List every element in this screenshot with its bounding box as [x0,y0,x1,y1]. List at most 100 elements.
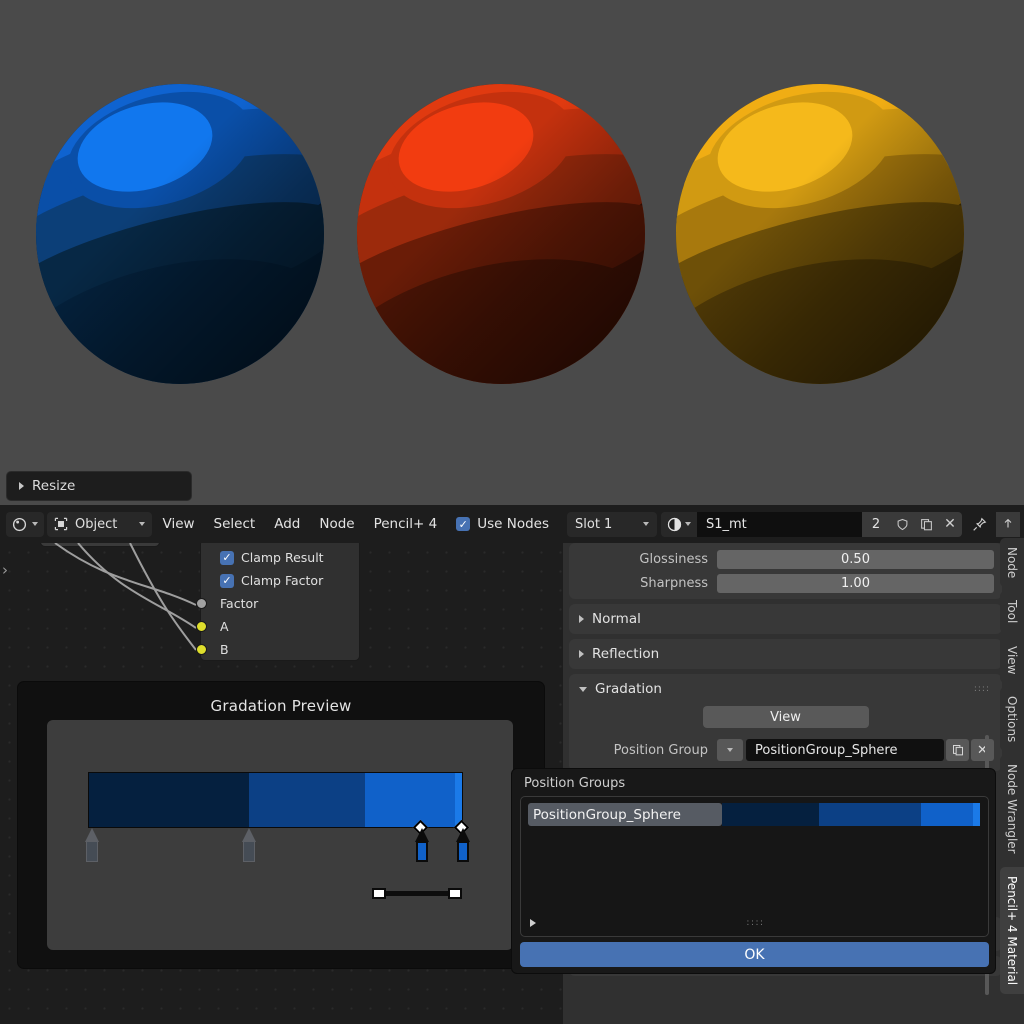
position-group-name[interactable]: PositionGroup_Sphere [528,803,722,826]
tab-node[interactable]: Node [1000,538,1024,587]
menu-add-label: Add [274,516,300,532]
menu-node[interactable]: Node [311,512,362,537]
pin-icon[interactable] [966,512,992,537]
shield-icon[interactable] [890,512,914,537]
ramp-segment[interactable] [249,773,365,827]
tab-view[interactable]: View [1000,637,1024,683]
clamp-result-checkbox[interactable]: ✓ [220,551,234,565]
range-slider-knob-left[interactable] [372,888,386,899]
sphere-yellow[interactable] [676,84,964,384]
mix-node[interactable]: ✓ Clamp Result ✓ Clamp Factor Factor A B [200,543,360,661]
object-icon [54,517,68,531]
editor-type-button[interactable] [6,512,44,537]
reflection-panel[interactable]: Reflection [569,639,1002,669]
close-icon[interactable]: ✕ [938,512,962,537]
tab-node-wrangler[interactable]: Node Wrangler [1000,755,1024,863]
range-slider[interactable] [372,888,462,899]
range-slider-knob-right[interactable] [448,888,462,899]
socket-a-icon[interactable] [196,621,207,632]
sharpness-slider[interactable]: 1.00 [717,574,994,593]
node-input-factor[interactable]: Factor [201,592,359,615]
node-input-b-label: B [220,642,229,657]
tab-options[interactable]: Options [1000,687,1024,751]
viewport-3d[interactable] [0,0,1024,505]
node-option-clamp-factor[interactable]: ✓ Clamp Factor [201,569,359,592]
sphere-blue[interactable] [36,84,324,384]
material-sphere-icon [667,517,682,532]
material-browse-button[interactable] [661,512,697,537]
sharpness-row[interactable]: Sharpness 1.00 [569,571,1002,595]
ramp-stop-handle[interactable] [240,828,258,866]
normal-panel-label: Normal [592,611,641,627]
tab-label: Node Wrangler [1005,764,1019,854]
material-slot-selector[interactable]: Slot 1 [567,512,657,537]
gradation-view-button[interactable]: View [703,706,869,728]
expand-triangle-icon [19,482,24,490]
node-option-clamp-result[interactable]: ✓ Clamp Result [201,546,359,569]
tab-label: Pencil+ 4 Material [1005,876,1019,985]
material-datablock-field[interactable]: S1_mt 2 ✕ [661,512,962,537]
resize-grip-icon[interactable]: :::: [521,918,990,928]
position-groups-list-footer: :::: [521,914,990,932]
glossiness-slider[interactable]: 0.50 [717,550,994,569]
gradation-panel-header[interactable]: Gradation :::: [569,674,1002,704]
position-group-swatch [819,803,921,826]
sphere-red[interactable] [357,84,645,384]
position-group-row[interactable]: Position Group PositionGroup_Sphere ✕ [569,737,1002,763]
node-input-a-label: A [220,619,229,634]
viewport-canvas[interactable] [0,8,1024,505]
position-groups-popup[interactable]: Position Groups PositionGroup_Sphere :::… [511,768,996,974]
position-group-copy-icon[interactable] [946,739,969,761]
properties-tab-strip: Node Tool View Options Node Wrangler Pencil+ … [998,538,1024,1024]
glossiness-row[interactable]: Glossiness 0.50 [569,547,1002,571]
ramp-segment[interactable] [89,773,249,827]
position-group-clear-icon[interactable]: ✕ [971,739,994,761]
position-group-value[interactable]: PositionGroup_Sphere [746,739,944,761]
menu-add[interactable]: Add [266,512,308,537]
operator-panel[interactable]: Resize [6,471,192,501]
node-input-a[interactable]: A [201,615,359,638]
position-group-dropdown-button[interactable] [717,739,743,761]
use-nodes-checkbox[interactable]: ✓ [456,517,470,531]
material-users-count[interactable]: 2 [862,512,890,537]
sharpness-label: Sharpness [577,576,717,591]
shader-type-selector[interactable]: Object [47,512,152,537]
ramp-stop-handle[interactable] [83,828,101,866]
menu-pencil4[interactable]: Pencil+ 4 [366,512,446,537]
color-ramp[interactable] [88,772,463,828]
ramp-segment[interactable] [365,773,455,827]
chevron-down-icon [727,748,733,752]
gradation-preview-panel[interactable]: Gradation Preview [17,681,545,969]
menu-pencil4-label: Pencil+ 4 [374,516,438,532]
reflection-panel-header[interactable]: Reflection [569,639,1002,669]
arrow-up-icon[interactable] [996,512,1020,537]
menu-select[interactable]: Select [206,512,264,537]
gradation-preview-body[interactable] [47,720,513,950]
list-item[interactable]: PositionGroup_Sphere [528,803,983,826]
chevron-down-icon [139,522,145,526]
node-input-b[interactable]: B [201,638,359,661]
position-groups-list[interactable]: PositionGroup_Sphere :::: [520,796,989,937]
use-nodes-toggle[interactable]: ✓ Use Nodes [448,512,557,537]
menu-select-label: Select [214,516,256,532]
normal-panel-header[interactable]: Normal [569,604,1002,634]
ramp-stop-handle[interactable] [413,828,431,866]
shading-sliders-box: Glossiness 0.50 Sharpness 1.00 [569,543,1002,599]
ok-button[interactable]: OK [520,942,989,967]
material-name-input[interactable]: S1_mt [697,512,862,537]
ramp-stop-color-chip [457,841,469,862]
operator-label: Resize [32,478,75,494]
ramp-stop-color-chip [86,841,98,862]
ramp-stop-handle[interactable] [454,828,472,866]
clamp-result-label: Clamp Result [241,550,324,565]
tab-pencil-4-material[interactable]: Pencil+ 4 Material [1000,867,1024,994]
normal-panel[interactable]: Normal [569,604,1002,634]
socket-b-icon[interactable] [196,644,207,655]
menu-view[interactable]: View [155,512,203,537]
tab-tool[interactable]: Tool [1000,591,1024,632]
copy-icon[interactable] [914,512,938,537]
ramp-stop-tip-icon [456,828,470,842]
clamp-factor-checkbox[interactable]: ✓ [220,574,234,588]
socket-factor-icon[interactable] [196,598,207,609]
gradation-panel-label: Gradation [595,681,662,697]
